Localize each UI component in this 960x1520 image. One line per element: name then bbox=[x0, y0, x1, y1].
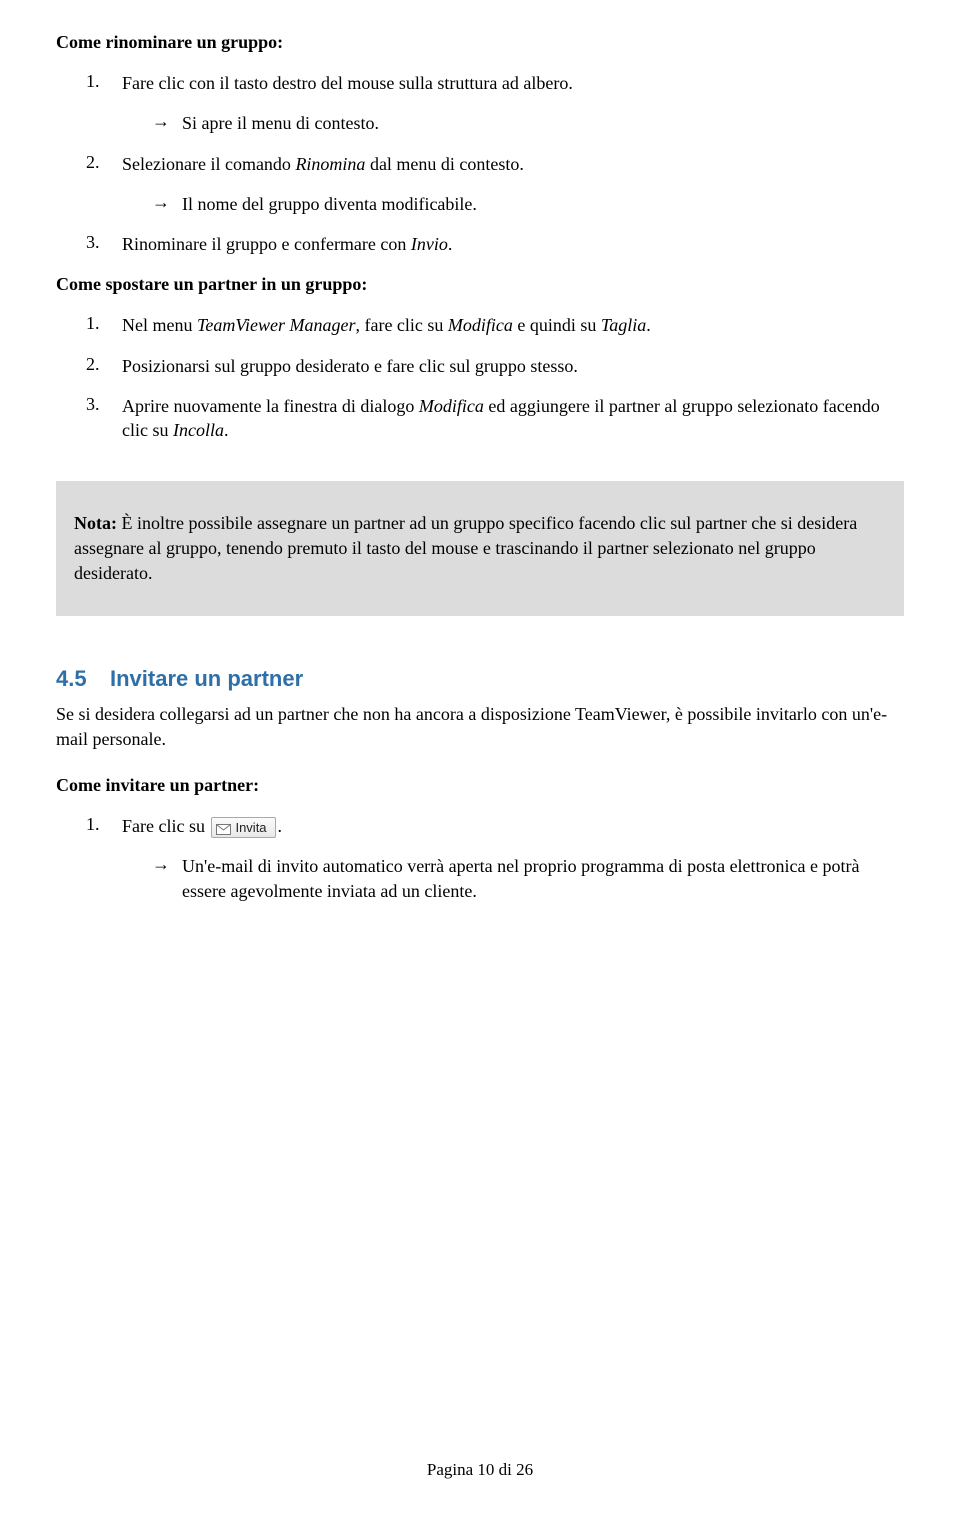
step-number: 1. bbox=[56, 313, 122, 337]
text-fragment: Fare clic su bbox=[122, 816, 209, 836]
text-fragment: Selezionare il comando bbox=[122, 154, 295, 174]
text-fragment: . bbox=[278, 816, 283, 836]
text-fragment: , fare clic su bbox=[355, 315, 447, 335]
invite-partner-steps: 1. Fare clic su Invita . → Un'e-mail di … bbox=[56, 814, 904, 903]
move-partner-heading: Come spostare un partner in un gruppo: bbox=[56, 274, 904, 295]
step-text: Selezionare il comando Rinomina dal menu… bbox=[122, 152, 904, 176]
result-row: → Un'e-mail di invito automatico verrà a… bbox=[56, 854, 904, 903]
list-item: 1. Fare clic su Invita . bbox=[56, 814, 904, 839]
italic-term: TeamViewer Manager bbox=[197, 315, 355, 335]
text-fragment: . bbox=[448, 234, 453, 254]
text-fragment: dal menu di contesto. bbox=[365, 154, 523, 174]
list-item: 2. Posizionarsi sul gruppo desiderato e … bbox=[56, 354, 904, 378]
result-text: Il nome del gruppo diventa modificabile. bbox=[182, 192, 904, 216]
note-text: È inoltre possibile assegnare un partner… bbox=[74, 513, 857, 583]
arrow-right-icon: → bbox=[56, 192, 182, 216]
text-fragment: Aprire nuovamente la finestra di dialogo bbox=[122, 396, 419, 416]
step-number: 2. bbox=[56, 152, 122, 176]
section-title: Invitare un partner bbox=[110, 666, 303, 691]
note-box: Nota: È inoltre possibile assegnare un p… bbox=[56, 481, 904, 617]
invite-partner-heading: Come invitare un partner: bbox=[56, 775, 904, 796]
note-label: Nota: bbox=[74, 513, 117, 533]
step-text: Posizionarsi sul gruppo desiderato e far… bbox=[122, 354, 904, 378]
result-row: → Il nome del gruppo diventa modificabil… bbox=[56, 192, 904, 216]
rename-group-steps: 1. Fare clic con il tasto destro del mou… bbox=[56, 71, 904, 256]
invita-button[interactable]: Invita bbox=[211, 817, 275, 839]
invita-button-label: Invita bbox=[235, 819, 266, 837]
list-item: 3. Aprire nuovamente la finestra di dial… bbox=[56, 394, 904, 443]
text-fragment: e quindi su bbox=[513, 315, 601, 335]
envelope-icon bbox=[216, 822, 231, 833]
step-text: Fare clic su Invita . bbox=[122, 814, 904, 839]
italic-term: Rinomina bbox=[295, 154, 365, 174]
result-text: Si apre il menu di contesto. bbox=[182, 111, 904, 135]
italic-term: Modifica bbox=[448, 315, 513, 335]
step-text: Fare clic con il tasto destro del mouse … bbox=[122, 71, 904, 95]
list-item: 1. Nel menu TeamViewer Manager, fare cli… bbox=[56, 313, 904, 337]
section-heading-4-5: 4.5Invitare un partner bbox=[56, 666, 904, 692]
list-item: 2. Selezionare il comando Rinomina dal m… bbox=[56, 152, 904, 176]
step-number: 3. bbox=[56, 232, 122, 256]
section-paragraph: Se si desidera collegarsi ad un partner … bbox=[56, 702, 904, 751]
text-fragment: . bbox=[646, 315, 651, 335]
text-fragment: Rinominare il gruppo e confermare con bbox=[122, 234, 411, 254]
step-text: Nel menu TeamViewer Manager, fare clic s… bbox=[122, 313, 904, 337]
text-fragment: Nel menu bbox=[122, 315, 197, 335]
result-text: Un'e-mail di invito automatico verrà ape… bbox=[182, 854, 904, 903]
list-item: 3. Rinominare il gruppo e confermare con… bbox=[56, 232, 904, 256]
step-text: Aprire nuovamente la finestra di dialogo… bbox=[122, 394, 904, 443]
step-text: Rinominare il gruppo e confermare con In… bbox=[122, 232, 904, 256]
italic-term: Invio bbox=[411, 234, 448, 254]
italic-term: Modifica bbox=[419, 396, 484, 416]
page-footer: Pagina 10 di 26 bbox=[0, 1460, 960, 1480]
step-number: 1. bbox=[56, 814, 122, 839]
italic-term: Incolla bbox=[173, 420, 224, 440]
arrow-right-icon: → bbox=[56, 111, 182, 135]
step-number: 3. bbox=[56, 394, 122, 443]
rename-group-heading: Come rinominare un gruppo: bbox=[56, 32, 904, 53]
text-fragment: . bbox=[224, 420, 229, 440]
section-number: 4.5 bbox=[56, 666, 110, 692]
result-row: → Si apre il menu di contesto. bbox=[56, 111, 904, 135]
arrow-right-icon: → bbox=[56, 854, 182, 903]
list-item: 1. Fare clic con il tasto destro del mou… bbox=[56, 71, 904, 95]
step-number: 2. bbox=[56, 354, 122, 378]
italic-term: Taglia bbox=[601, 315, 646, 335]
move-partner-steps: 1. Nel menu TeamViewer Manager, fare cli… bbox=[56, 313, 904, 442]
document-page: Come rinominare un gruppo: 1. Fare clic … bbox=[0, 0, 960, 1520]
step-number: 1. bbox=[56, 71, 122, 95]
